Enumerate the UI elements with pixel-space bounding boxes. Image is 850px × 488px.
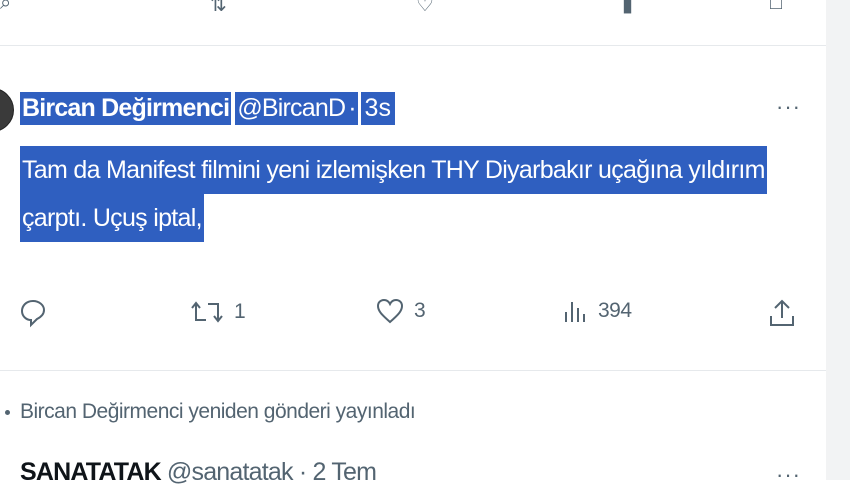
repost-button[interactable]: 1 (190, 298, 246, 326)
reply-button[interactable] (20, 298, 46, 328)
tweet-text-line: Tam da Manifest filmini yeni izlemişken … (20, 146, 767, 194)
reply-icon[interactable]: ⌕ (0, 0, 11, 14)
reply-icon (20, 299, 46, 328)
views-count: 394 (598, 299, 632, 322)
tweet-text-line: çarptı. Uçuş iptal, (20, 194, 204, 242)
share-icon (770, 299, 794, 326)
next-author-meta[interactable]: @sanatatak · 2 Tem (167, 458, 377, 486)
views-icon (565, 302, 585, 322)
repost-notice-text[interactable]: Bircan Değirmenci yeniden gönderi yayınl… (20, 400, 416, 424)
more-options-button[interactable]: ··· (776, 94, 801, 120)
repost-icon[interactable]: ⇅ (210, 0, 227, 14)
repost-notice: Bircan Değirmenci yeniden gönderi yayınl… (0, 400, 416, 424)
next-tweet-header: SANATATAK @sanatatak · 2 Tem (20, 458, 377, 487)
repost-count: 1 (234, 300, 246, 323)
repost-indicator-icon (5, 409, 10, 415)
next-author-name[interactable]: SANATATAK (20, 458, 162, 486)
views-icon[interactable]: ▮ (622, 0, 633, 14)
author-name[interactable]: Bircan Değirmenci (20, 91, 232, 125)
divider (0, 370, 826, 371)
like-button[interactable]: 3 (376, 298, 426, 324)
share-button[interactable] (768, 298, 796, 328)
tweet-timestamp[interactable]: 3s (360, 91, 395, 125)
next-more-options-button[interactable]: ··· (776, 462, 801, 488)
tweet-text: Tam da Manifest filmini yeni izlemişken … (20, 146, 800, 242)
repost-icon (191, 301, 223, 323)
page-edge (826, 0, 850, 480)
views-button[interactable]: 394 (562, 298, 632, 324)
tweet-header: Bircan Değirmenci @BircanD · 3s (20, 88, 395, 128)
heart-icon (376, 298, 404, 324)
like-count: 3 (414, 299, 426, 322)
divider (0, 45, 826, 46)
heart-icon[interactable]: ♡ (416, 0, 434, 14)
header-separator: · (347, 91, 358, 125)
previous-tweet-actions: ⌕ ⇅ ♡ ▮ □ (0, 0, 826, 14)
author-handle[interactable]: @BircanD (235, 91, 348, 125)
share-icon[interactable]: □ (770, 0, 782, 14)
tweet-actions: 1 3 394 (0, 292, 826, 338)
avatar[interactable] (0, 88, 14, 132)
